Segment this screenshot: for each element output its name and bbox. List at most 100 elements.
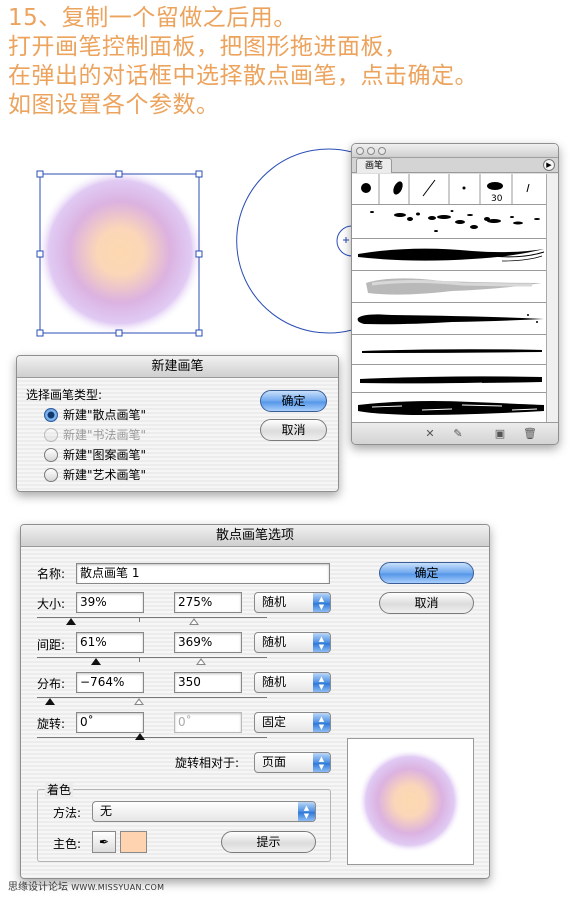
watermark-url: WWW.MISSYUAN.COM: [71, 883, 165, 892]
art-brush-row-6[interactable]: [352, 393, 546, 422]
cancel-button[interactable]: 取消: [379, 592, 474, 614]
spacing-min-thumb[interactable]: [91, 658, 101, 665]
rotation-max-field: 0˚: [174, 712, 242, 733]
chevron-updown-icon: ▲ ▼: [298, 802, 315, 821]
art-brush-row-5[interactable]: [352, 365, 546, 393]
gradient-circle[interactable]: [36, 168, 204, 336]
thin-brush-sample: [362, 349, 542, 353]
tab-brushes[interactable]: 画笔: [356, 158, 393, 173]
radio-label-calligraphic: 新建"书法画笔": [63, 428, 147, 442]
heading-line: 15、复制一个留做之后用。: [8, 5, 297, 31]
scatter-min-thumb[interactable]: [45, 698, 55, 705]
panel-tab-bar: 画笔 ▶: [352, 158, 558, 173]
minimize-icon[interactable]: [367, 147, 375, 155]
rotation-mode-select[interactable]: 固定 ▲ ▼: [254, 712, 331, 733]
panel-titlebar[interactable]: [352, 144, 558, 158]
scatter-mode-select[interactable]: 随机 ▲ ▼: [254, 672, 331, 693]
remove-stroke-icon[interactable]: ✕: [422, 427, 438, 441]
spacing-mode-select[interactable]: 随机 ▲ ▼: [254, 632, 331, 653]
ok-button[interactable]: 确定: [379, 562, 474, 584]
spacing-min-field[interactable]: 61%: [76, 632, 144, 653]
rotation-relative-label: 旋转相对于:: [175, 756, 240, 770]
tutorial-heading: 15、复制一个留做之后用。 打开画笔控制面板，把图形拖进面板， 在弹出的对话框中…: [8, 4, 578, 120]
art-brush-sample: [358, 248, 545, 262]
rotation-field[interactable]: 0˚: [76, 712, 144, 733]
size-max-thumb[interactable]: [189, 618, 199, 625]
spacing-slider[interactable]: [37, 657, 267, 658]
brush-options-icon[interactable]: ✎: [450, 427, 466, 441]
rotation-thumb[interactable]: [135, 733, 145, 740]
cancel-button[interactable]: 取消: [260, 419, 327, 441]
panel-menu-icon[interactable]: ▶: [543, 159, 555, 171]
spacing-label: 间距:: [37, 638, 66, 652]
charcoal-brush-sample: [366, 278, 542, 295]
brush-name-field[interactable]: 散点画笔 1: [76, 563, 330, 584]
key-color-swatch[interactable]: [120, 831, 147, 853]
slider-tick: [139, 618, 140, 622]
chevron-updown-icon: ▲ ▼: [313, 633, 330, 652]
chevron-updown-icon: ▲ ▼: [313, 753, 330, 772]
art-brush-row-2[interactable]: [352, 271, 546, 303]
radio-label-pattern[interactable]: 新建"图案画笔": [63, 447, 146, 463]
rotation-slider[interactable]: [37, 737, 267, 738]
brush-preview: [347, 738, 474, 865]
watermark: 思缘设计论坛 WWW.MISSYUAN.COM: [8, 878, 164, 893]
method-label: 方法:: [53, 806, 82, 820]
brush-samples: [361, 174, 530, 204]
panel-scrollbar[interactable]: [546, 174, 558, 422]
dry-brush-sample: [360, 374, 542, 385]
brush-type-prompt: 选择画笔类型:: [26, 388, 103, 402]
delete-brush-icon[interactable]: 🗑: [522, 427, 538, 441]
scatter-label: 分布:: [37, 677, 66, 691]
rotation-label: 旋转:: [37, 717, 66, 731]
scatter-max-thumb[interactable]: [134, 698, 144, 705]
radio-label-scatter[interactable]: 新建"散点画笔": [63, 407, 146, 423]
size-min-thumb[interactable]: [66, 618, 76, 625]
rotation-relative-value: 页面: [262, 755, 287, 769]
size-mode-value: 随机: [262, 595, 287, 609]
spacing-max-thumb[interactable]: [196, 658, 206, 665]
art-brush-row-3[interactable]: [352, 303, 546, 335]
size-mode-select[interactable]: 随机 ▲ ▼: [254, 592, 331, 613]
chevron-updown-icon: ▲ ▼: [313, 713, 330, 732]
dialog-title: 新建画笔: [17, 356, 338, 378]
scatter-min-field[interactable]: −764%: [76, 672, 144, 693]
new-brush-icon[interactable]: ▣: [492, 427, 508, 441]
rotation-mode-value: 固定: [262, 715, 287, 729]
new-brush-dialog[interactable]: 新建画笔 选择画笔类型: 新建"散点画笔" 新建"书法画笔" 新建"图案画笔" …: [16, 355, 339, 492]
name-label: 名称:: [37, 567, 66, 581]
rotation-relative-select[interactable]: 页面 ▲ ▼: [254, 752, 331, 773]
colorization-label: 着色: [45, 782, 74, 798]
zoom-icon[interactable]: [378, 147, 386, 155]
eyedropper-button[interactable]: ✒: [92, 831, 116, 853]
spacing-mode-value: 随机: [262, 635, 287, 649]
scatter-brush-row[interactable]: [352, 205, 546, 239]
rough-brush-sample: [358, 401, 544, 415]
radio-pattern-brush[interactable]: [44, 448, 58, 462]
scatter-slider[interactable]: [37, 697, 267, 698]
radio-art-brush[interactable]: [44, 468, 58, 482]
radio-scatter-brush[interactable]: [44, 408, 58, 422]
preview-gradient-circle: [358, 749, 462, 853]
method-value: 无: [100, 804, 113, 818]
ok-button[interactable]: 确定: [260, 390, 327, 412]
tips-button[interactable]: 提示: [221, 831, 316, 853]
selection-bounding-box[interactable]: [36, 170, 203, 337]
eyedropper-icon: ✒: [98, 835, 110, 849]
method-select[interactable]: 无 ▲ ▼: [92, 801, 316, 822]
brushes-panel[interactable]: 画笔 ▶ 30 ✕ ✎ ▣ 🗑: [351, 143, 559, 445]
brush-list: 30: [352, 174, 546, 422]
dialog-title: 散点画笔选项: [21, 525, 489, 547]
art-brush-row-1[interactable]: [352, 239, 546, 271]
spacing-max-field[interactable]: 369%: [174, 632, 242, 653]
close-icon[interactable]: [356, 147, 364, 155]
radio-label-art[interactable]: 新建"艺术画笔": [63, 467, 146, 483]
scatter-brush-options-dialog[interactable]: 散点画笔选项 名称: 散点画笔 1 大小: 39% 275% 随机 ▲ ▼ 间距:…: [20, 524, 490, 879]
drag-preview-outline: [236, 148, 353, 334]
size-min-field[interactable]: 39%: [76, 592, 144, 613]
scatter-max-field[interactable]: 350: [174, 672, 242, 693]
size-max-field[interactable]: 275%: [174, 592, 242, 613]
scatter-brush-sample: [370, 210, 540, 232]
calligraphic-brush-row[interactable]: 30: [352, 174, 546, 205]
art-brush-row-4[interactable]: [352, 335, 546, 365]
